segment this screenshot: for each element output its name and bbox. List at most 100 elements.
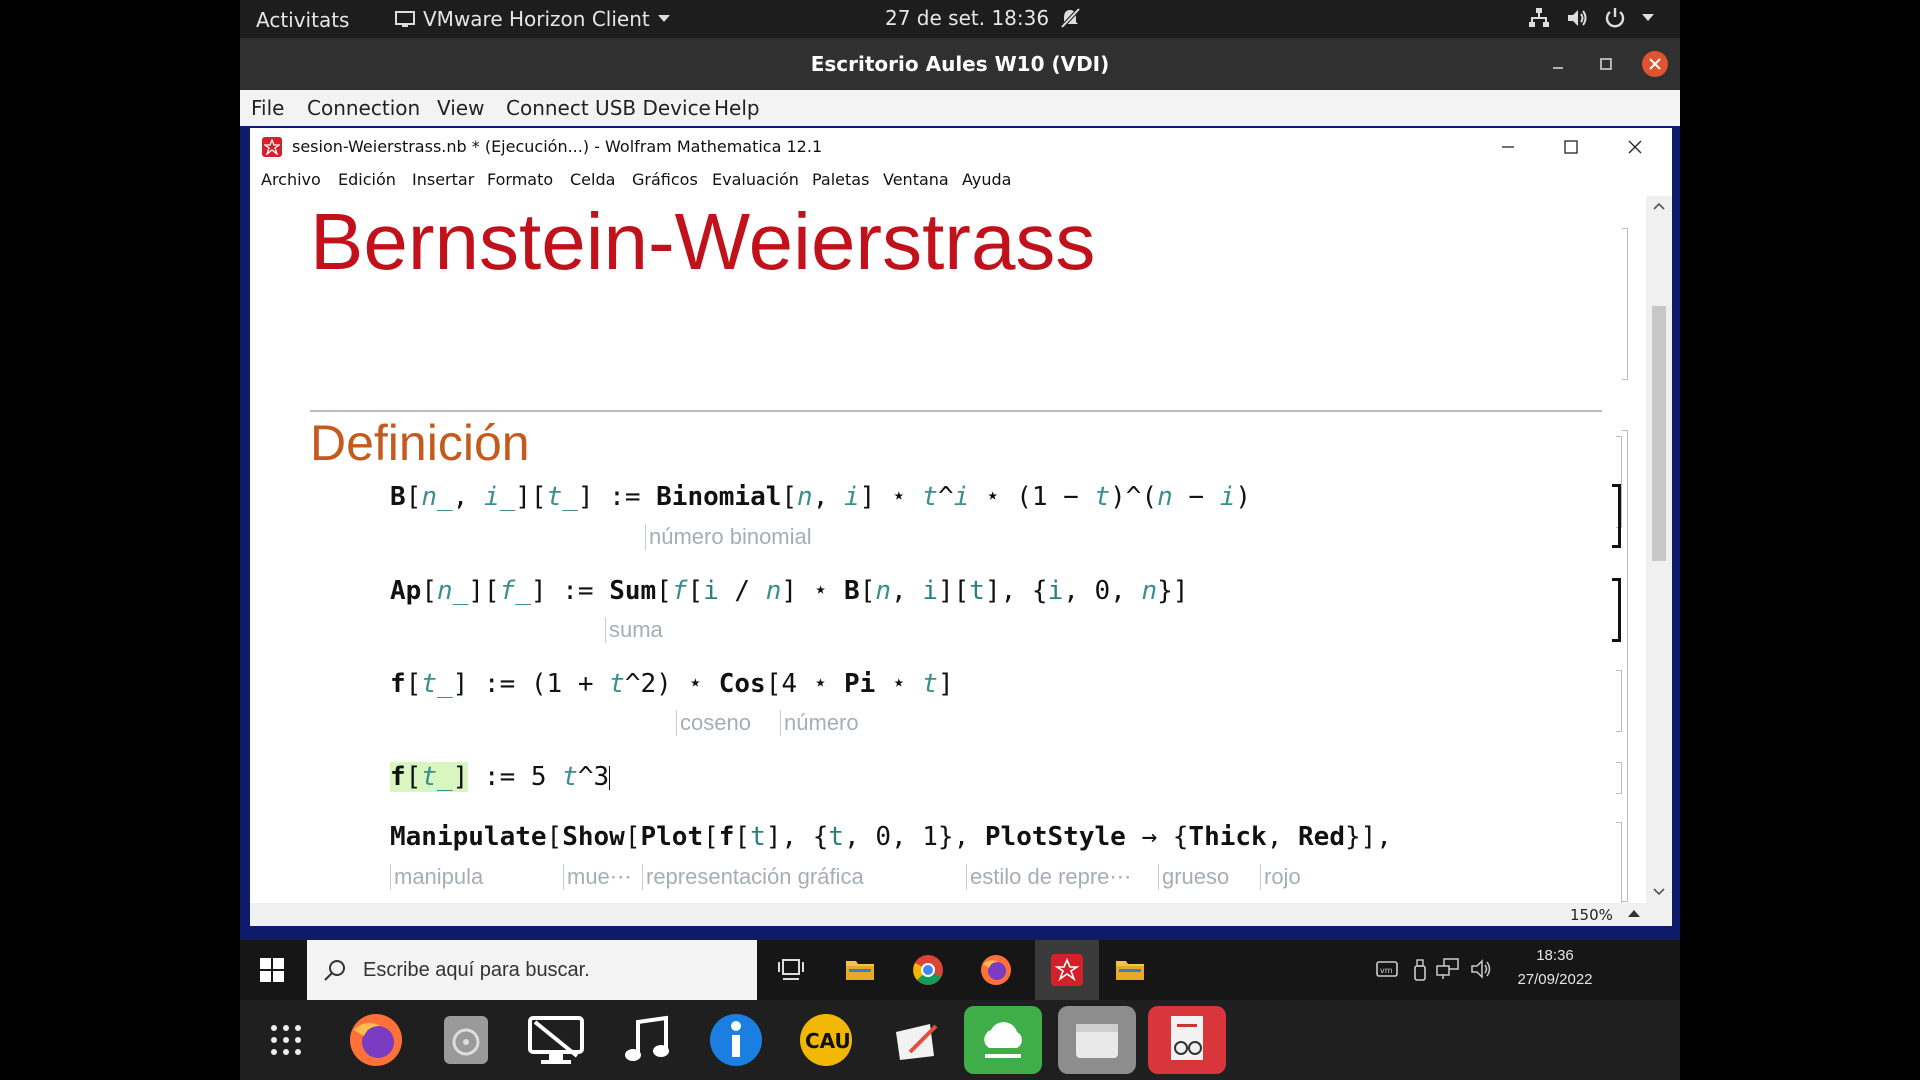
search-placeholder: Escribe aquí para buscar. [363,959,590,981]
mathematica-titlebar: sesion-Weierstrass.nb * (Ejecución...) -… [250,128,1672,164]
code-hint-cosine: coseno [676,710,751,736]
cell-bracket-3[interactable] [1616,670,1622,732]
taskbar-search-box[interactable]: Escribe aquí para buscar. [307,940,757,1000]
mathematica-icon [262,137,282,157]
input-cell-function-cubic[interactable]: f[t_] := 5 t^3 [390,762,611,792]
taskbar-date: 27/09/2022 [1517,971,1593,988]
maximize-button[interactable] [1558,136,1584,158]
text-cursor [609,765,611,790]
menu-connection[interactable]: Connection [307,96,420,120]
datetime: 27 de set. 18:36 [885,6,1050,30]
firefox-icon[interactable] [980,954,1012,986]
menu-ventana[interactable]: Ventana [883,170,949,189]
menu-connect-usb-device[interactable]: Connect USB Device [506,96,711,120]
taskbar-mathematica-active[interactable] [1035,940,1099,1000]
code-hint-sum: suma [605,617,663,643]
cell-bracket-4[interactable] [1616,762,1622,794]
files-dock-icon[interactable] [1058,1006,1136,1074]
chevron-down-icon [657,15,670,23]
activities-button[interactable]: Activitats [256,8,349,32]
file-explorer-icon[interactable] [845,956,875,982]
horizon-titlebar: Escritorio Aules W10 (VDI) [240,38,1680,90]
menu-edicion[interactable]: Edición [338,170,396,189]
horizon-app-icon [395,10,415,28]
menu-ayuda[interactable]: Ayuda [962,170,1011,189]
menu-insertar[interactable]: Insertar [412,170,474,189]
code-hint-number: número [780,710,859,736]
maximize-button[interactable] [1596,54,1616,74]
code-hint-binomial: número binomial [645,524,812,550]
menu-help[interactable]: Help [714,96,760,120]
code-hint-manipulate: manipula [390,864,483,890]
code-hint-thick: grueso [1158,864,1229,890]
chrome-icon[interactable] [912,954,944,986]
code-hint-show: mue⋯ [563,864,632,890]
nextcloud-dock-icon[interactable] [964,1006,1042,1074]
app-menu[interactable]: VMware Horizon Client [395,6,670,32]
section-divider [310,410,1602,412]
cell-bracket-2[interactable] [1612,578,1621,642]
show-apps-icon[interactable] [252,1006,320,1074]
notebook-title[interactable]: Bernstein-Weierstrass [310,196,1095,288]
section-title[interactable]: Definición [310,414,530,472]
mathematica-window-title: sesion-Weierstrass.nb * (Ejecución...) -… [292,137,823,156]
vmware-tray-icon[interactable]: vm [1376,960,1398,978]
mathematica-menubar: Archivo Edición Insertar Formato Celda G… [250,164,1672,196]
menu-paletas[interactable]: Paletas [812,170,869,189]
code-hint-plotstyle: estilo de repre⋯ [966,864,1131,890]
power-icon [1604,7,1626,29]
music-dock-icon[interactable] [612,1006,680,1074]
menu-formato[interactable]: Formato [487,170,553,189]
scroll-down-icon[interactable] [1653,888,1665,896]
close-button[interactable] [1642,51,1668,77]
cell-bracket-title[interactable] [1622,228,1628,380]
usb-tray-icon[interactable] [1412,958,1428,982]
taskbar-time: 18:36 [1536,947,1574,964]
task-view-icon[interactable] [778,957,804,981]
document-viewer-dock-icon[interactable] [1148,1006,1226,1074]
vertical-scrollbar[interactable] [1646,196,1672,903]
menu-archivo[interactable]: Archivo [261,170,321,189]
cell-bracket-group[interactable] [1622,430,1628,902]
menu-celda[interactable]: Celda [570,170,615,189]
system-tray[interactable] [1528,7,1654,29]
minimize-button[interactable] [1548,54,1568,74]
input-cell-approximation[interactable]: Ap[n_][f_] := Sum[f[i / n] ⋆ B[n, i][t],… [390,576,1188,606]
remote-desktop-dock-icon[interactable] [522,1006,590,1074]
disk-dock-icon[interactable] [432,1006,500,1074]
volume-tray-icon[interactable] [1470,958,1492,980]
code-hint-plot: representación gráfica [642,864,864,890]
input-cell-bernstein[interactable]: B[n_, i_][t_] := Binomial[n, i] ⋆ t^i ⋆ … [390,482,1251,512]
menu-file[interactable]: File [251,96,284,120]
cau-dock-icon[interactable]: CAU [792,1006,860,1074]
notebook[interactable]: Bernstein-Weierstrass Definición B[n_, i… [250,196,1632,903]
zoom-level[interactable]: 150% [1570,906,1613,924]
scroll-up-icon[interactable] [1653,202,1665,210]
input-cell-function-cos[interactable]: f[t_] := (1 + t^2) ⋆ Cos[4 ⋆ Pi ⋆ t] [390,669,954,699]
network-tray-icon[interactable] [1436,958,1460,980]
search-icon [323,958,347,982]
network-icon [1528,7,1550,29]
minimize-button[interactable] [1495,136,1521,158]
editor-dock-icon[interactable] [882,1006,950,1074]
cell-bracket-5[interactable] [1616,822,1622,903]
windows-start-icon[interactable] [260,958,284,982]
volume-icon [1566,7,1588,29]
horizon-menubar: File Connection View Connect USB Device … [240,90,1680,127]
zoom-menu-icon[interactable] [1628,909,1640,917]
cell-bracket-1[interactable] [1612,484,1621,548]
status-bar: 150% [250,903,1672,926]
ubuntu-top-bar: Activitats VMware Horizon Client 27 de s… [240,0,1680,38]
menu-graficos[interactable]: Gráficos [632,170,698,189]
taskbar-clock[interactable]: 18:36 27/09/2022 [1510,944,1600,992]
close-button[interactable] [1622,136,1648,158]
scrollbar-thumb[interactable] [1652,306,1666,561]
info-dock-icon[interactable] [702,1006,770,1074]
menu-evaluacion[interactable]: Evaluación [712,170,799,189]
horizon-window-title: Escritorio Aules W10 (VDI) [810,52,1110,76]
menu-view[interactable]: View [437,96,484,120]
clock[interactable]: 27 de set. 18:36 [885,6,1081,30]
folder-icon[interactable] [1115,956,1145,982]
firefox-dock-icon[interactable] [342,1006,410,1074]
input-cell-manipulate[interactable]: Manipulate[Show[Plot[f[t], {t, 0, 1}, Pl… [390,822,1392,852]
